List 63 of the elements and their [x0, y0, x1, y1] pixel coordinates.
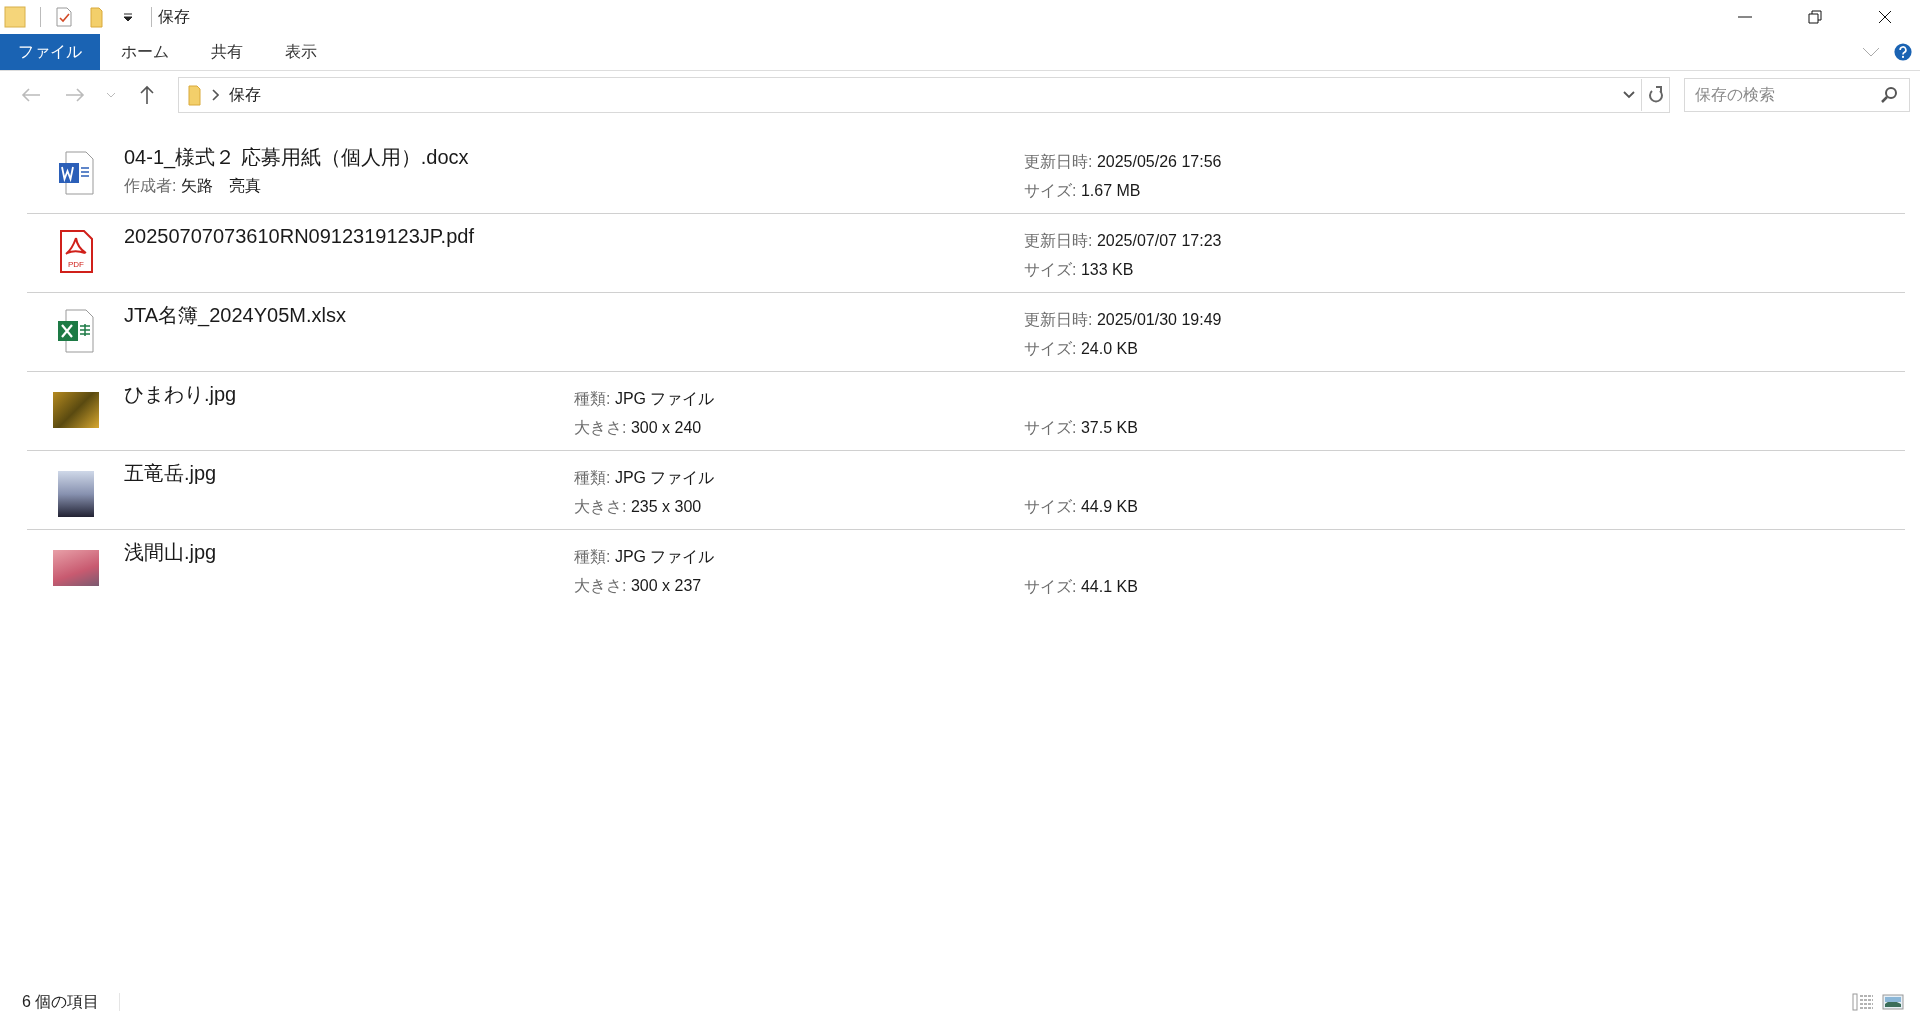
- arrow-up-icon: [139, 85, 155, 105]
- file-detail: サイズ: 37.5 KB: [1024, 418, 1139, 438]
- file-row[interactable]: 04-1_様式２ 応募用紙（個人用）.docx 作成者: 矢路 亮真 更新日時: 2025/05/26 17:56 サイズ: 1.67 MB: [27, 135, 1905, 214]
- word-document-icon: [57, 151, 94, 195]
- address-bar[interactable]: 保存: [178, 77, 1670, 113]
- file-row[interactable]: 浅間山.jpg 種類: JPG ファイル 大きさ: 300 x 237 サイズ: 44.1 KB: [27, 530, 1905, 609]
- file-row[interactable]: PDF 20250707073610RN0912319123JP.pdf 更新日時: 2025/07/07 17:23 サイズ: 133 KB: [27, 214, 1905, 293]
- photo-placeholder: [57, 471, 94, 517]
- file-detail: 更新日時: 2025/01/30 19:49: [1024, 310, 1223, 330]
- chevron-down-icon: [1623, 91, 1635, 99]
- list-view-icon: [1852, 993, 1874, 1011]
- restore-icon: [1808, 10, 1822, 24]
- checklist-icon: [56, 7, 72, 27]
- folder-icon: [4, 5, 26, 29]
- file-detail: 種類: JPG ファイル: [574, 547, 716, 567]
- file-detail: 作成者: 矢路 亮真: [124, 176, 262, 196]
- folder-icon: [187, 83, 201, 107]
- file-detail: 更新日時: 2025/05/26 17:56: [1024, 152, 1223, 172]
- search-field[interactable]: 保存の検索: [1684, 78, 1910, 112]
- close-icon: [1878, 10, 1892, 24]
- file-detail: 種類: JPG ファイル: [574, 389, 716, 409]
- file-detail: サイズ: 24.0 KB: [1024, 339, 1139, 359]
- file-detail: 種類: JPG ファイル: [574, 468, 716, 488]
- minimize-icon: [1738, 16, 1752, 18]
- arrow-left-icon: [21, 87, 41, 103]
- search-icon: [1880, 86, 1898, 104]
- file-detail: 大きさ: 300 x 237: [574, 576, 703, 596]
- file-detail: 大きさ: 300 x 240: [574, 418, 703, 438]
- spreadsheet-file-icon: [56, 309, 95, 353]
- ribbon-tab[interactable]: 表示: [264, 34, 338, 70]
- file-name: 浅間山.jpg: [124, 540, 218, 565]
- file-name: 04-1_様式２ 応募用紙（個人用）.docx: [124, 145, 470, 171]
- refresh-icon: [1647, 86, 1664, 104]
- ribbon-tab[interactable]: ホーム: [100, 34, 190, 70]
- file-detail: 更新日時: 2025/07/07 17:23: [1024, 231, 1223, 251]
- file-detail: サイズ: 44.1 KB: [1024, 577, 1139, 597]
- folder-icon: [89, 5, 103, 29]
- file-detail: サイズ: 1.67 MB: [1024, 181, 1142, 201]
- window-title: 保存: [158, 6, 190, 27]
- file-row[interactable]: ひまわり.jpg 種類: JPG ファイル 大きさ: 300 x 240 サイズ: 37.5 KB: [27, 372, 1905, 451]
- dropdown-caret-icon: [123, 12, 133, 22]
- file-detail: サイズ: 44.9 KB: [1024, 497, 1139, 517]
- file-row[interactable]: 五竜岳.jpg 種類: JPG ファイル 大きさ: 235 x 300 サイズ: 44.9 KB: [27, 451, 1905, 530]
- help-icon: [1894, 41, 1912, 63]
- arrow-right-icon: [65, 87, 85, 103]
- file-detail: 大きさ: 235 x 300: [574, 497, 703, 517]
- file-detail: サイズ: 133 KB: [1024, 260, 1135, 280]
- breadcrumb-item[interactable]: 保存: [229, 84, 261, 106]
- file-name: JTA名簿_2024Y05M.xlsx: [124, 303, 347, 329]
- picture-view-icon: [1882, 993, 1904, 1011]
- ribbon-tab[interactable]: 共有: [190, 34, 264, 70]
- ribbon-tab[interactable]: ファイル: [0, 34, 100, 70]
- chevron-down-icon: [106, 92, 116, 98]
- photo-placeholder: [52, 392, 99, 428]
- photo-placeholder: [52, 550, 99, 586]
- chevron-down-icon: [1862, 47, 1880, 57]
- item-count: 6 個の項目: [22, 991, 100, 1012]
- file-row[interactable]: JTA名簿_2024Y05M.xlsx 更新日時: 2025/01/30 19:49 サイズ: 24.0 KB: [27, 293, 1905, 372]
- chevron-right-icon: [211, 89, 219, 101]
- file-name: ひまわり.jpg: [124, 382, 238, 407]
- file-name: 五竜岳.jpg: [124, 461, 218, 486]
- pdf-file-icon: PDF: [57, 230, 94, 274]
- file-name: 20250707073610RN0912319123JP.pdf: [124, 224, 475, 249]
